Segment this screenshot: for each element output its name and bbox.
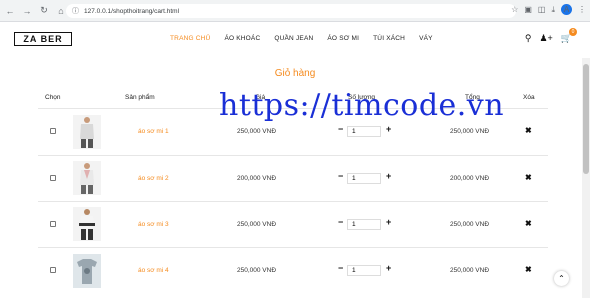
split-view-icon[interactable]: ◫ <box>538 5 546 14</box>
product-name-link[interactable]: áo sơ mi 3 <box>138 221 169 228</box>
row-total: 250,000 VNĐ <box>450 128 490 135</box>
menu-item-dresses[interactable]: VÁY <box>419 35 433 42</box>
product-price: 200,000 VNĐ <box>237 175 277 182</box>
delete-icon[interactable]: ✖ <box>525 173 532 182</box>
quantity-input[interactable]: 1 <box>347 173 381 184</box>
address-bar[interactable]: ⓘ 127.0.0.1/shopthoitrang/cart.html <box>66 4 516 18</box>
product-thumbnail[interactable] <box>73 161 101 195</box>
site-info-icon[interactable]: ⓘ <box>72 6 79 16</box>
increase-qty-button[interactable]: + <box>386 171 391 181</box>
row-total: 200,000 VNĐ <box>450 175 490 182</box>
product-thumbnail[interactable] <box>73 207 101 241</box>
menu-item-home[interactable]: TRANG CHỦ <box>170 35 210 42</box>
back-icon[interactable]: ← <box>3 4 17 18</box>
forward-icon[interactable]: → <box>20 4 34 18</box>
row-total: 250,000 VNĐ <box>450 267 490 274</box>
site-logo[interactable]: ZA BER <box>14 32 72 46</box>
menu-item-bags[interactable]: TÚI XÁCH <box>373 35 405 42</box>
decrease-qty-button[interactable]: − <box>338 171 343 181</box>
reload-icon[interactable]: ↻ <box>37 4 51 18</box>
extensions-icon[interactable]: ▣ <box>524 5 532 14</box>
product-price: 250,000 VNĐ <box>237 267 277 274</box>
product-thumbnail[interactable] <box>73 115 101 149</box>
increase-qty-button[interactable]: + <box>386 263 391 273</box>
chevron-up-icon: ⌃ <box>558 274 565 283</box>
delete-icon[interactable]: ✖ <box>525 265 532 274</box>
delete-icon[interactable]: ✖ <box>525 219 532 228</box>
menu-item-shirts[interactable]: ÁO SƠ MI <box>327 35 359 42</box>
watermark-text: https://timcode.vn <box>219 88 505 123</box>
url-text: 127.0.0.1/shopthoitrang/cart.html <box>84 7 180 15</box>
menu-item-jackets[interactable]: ÁO KHOÁC <box>224 35 260 42</box>
browser-toolbar: ← → ↻ ⌂ ⓘ 127.0.0.1/shopthoitrang/cart.h… <box>0 0 590 22</box>
row-checkbox[interactable] <box>50 128 56 134</box>
product-name-link[interactable]: áo sơ mi 4 <box>138 267 169 274</box>
cart-count-badge: 0 <box>569 28 577 36</box>
user-add-icon[interactable]: ♟+ <box>539 33 552 44</box>
menu-dots-icon[interactable]: ⋮ <box>578 5 586 14</box>
increase-qty-button[interactable]: + <box>386 124 391 134</box>
cart-row: áo sơ mi 2 200,000 VNĐ − 1 + 200,000 VNĐ… <box>0 155 590 201</box>
product-name-link[interactable]: áo sơ mi 1 <box>138 128 169 135</box>
row-checkbox[interactable] <box>50 221 56 227</box>
decrease-qty-button[interactable]: − <box>338 124 343 134</box>
quantity-input[interactable]: 1 <box>347 126 381 137</box>
product-price: 250,000 VNĐ <box>237 221 277 228</box>
decrease-qty-button[interactable]: − <box>338 217 343 227</box>
product-price: 250,000 VNĐ <box>237 128 277 135</box>
col-product: Sản phẩm <box>125 94 155 101</box>
row-checkbox[interactable] <box>50 267 56 273</box>
menu-item-jeans[interactable]: QUẦN JEAN <box>274 35 313 42</box>
scroll-to-top-button[interactable]: ⌃ <box>554 271 569 286</box>
product-name-link[interactable]: áo sơ mi 2 <box>138 175 169 182</box>
main-menu: TRANG CHỦ ÁO KHOÁC QUẦN JEAN ÁO SƠ MI TÚ… <box>170 35 447 42</box>
col-select: Chọn <box>45 94 61 101</box>
decrease-qty-button[interactable]: − <box>338 263 343 273</box>
cart-row: áo sơ mi 3 250,000 VNĐ − 1 + 250,000 VNĐ… <box>0 201 590 247</box>
delete-icon[interactable]: ✖ <box>525 126 532 135</box>
scrollbar-thumb[interactable] <box>583 64 589 174</box>
increase-qty-button[interactable]: + <box>386 217 391 227</box>
download-icon[interactable]: ⤓ <box>551 5 555 15</box>
quantity-input[interactable]: 1 <box>347 265 381 276</box>
page-title: Giỏ hàng <box>274 68 316 79</box>
row-checkbox[interactable] <box>50 175 56 181</box>
search-icon[interactable]: ⚲ <box>525 33 532 44</box>
row-total: 250,000 VNĐ <box>450 221 490 228</box>
cart-icon[interactable]: 🛒 0 <box>561 28 577 44</box>
product-thumbnail[interactable] <box>73 254 101 288</box>
site-header: ZA BER TRANG CHỦ ÁO KHOÁC QUẦN JEAN ÁO S… <box>0 22 590 58</box>
profile-avatar[interactable]: A <box>561 4 572 15</box>
quantity-input[interactable]: 1 <box>347 219 381 230</box>
col-delete: Xóa <box>523 94 535 101</box>
cart-row: áo sơ mi 4 250,000 VNĐ − 1 + 250,000 VNĐ… <box>0 247 590 293</box>
star-icon[interactable]: ☆ <box>511 5 518 14</box>
